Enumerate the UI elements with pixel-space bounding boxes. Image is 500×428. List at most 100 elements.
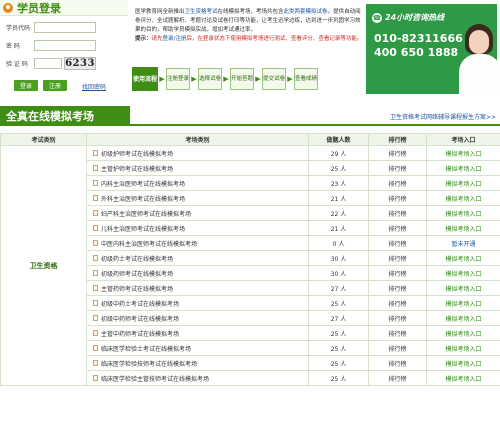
intro-paper-link[interactable]: 此类两套模拟试卷 [284,9,328,15]
entry-link[interactable]: 模拟考场入口 [445,256,481,263]
password-input[interactable] [34,40,96,51]
rank-link[interactable]: 排行榜 [388,181,406,188]
rank-link[interactable]: 排行榜 [388,286,406,293]
exam-room-link[interactable]: 初级药士考试在线模拟考场 [101,256,173,263]
exam-table: 考试类别 考场类别 做题人数 排行榜 考场入口 卫生资格 初级护师考试在线模拟考场… [0,133,500,386]
exam-room-link[interactable]: 主管药师考试在线模拟考场 [101,286,173,293]
exam-room-link[interactable]: 儿科主治医师考试在线模拟考场 [101,226,185,233]
exam-room-cell: 初级中药士考试在线模拟考场 [86,295,309,311]
student-code-input[interactable] [34,22,96,33]
rank-link[interactable]: 排行榜 [388,241,406,248]
participant-count: 27 人 [308,310,369,326]
entry-link[interactable]: 模拟考场入口 [445,226,481,233]
tip-text-a: 请先 [151,36,163,42]
usage-flow: 使用流程 ▶ 注册登录 ▶ 选择试卷 ▶ 开始答题 ▶ 提交试卷 ▶ 查看成绩 [132,67,362,91]
participant-count: 29 人 [308,145,369,161]
exam-room-cell: 临床医学检验主管技师考试在线模拟考场 [86,370,309,386]
arrow-icon: ▶ [159,75,165,83]
exam-table-body: 卫生资格 初级护师考试在线模拟考场 29 人排行榜 模拟考场入口 主管护师考试在线模拟考… [0,145,500,386]
entry-link[interactable]: 暂未开通 [451,241,475,248]
entry-link[interactable]: 模拟考场入口 [445,346,481,353]
rank-link[interactable]: 排行榜 [388,271,406,278]
captcha-row: 验 证 码 6233 [6,57,96,70]
exam-room-link[interactable]: 内科主治医师考试在线模拟考场 [101,181,185,188]
entry-link[interactable]: 模拟考场入口 [445,361,481,368]
captcha-input[interactable] [34,58,62,69]
exam-room-cell: 妇产科主治医师考试在线模拟考场 [86,205,309,221]
entry-link[interactable]: 模拟考场入口 [445,196,481,203]
exam-room-cell: 临床医学检验士考试在线模拟考场 [86,340,309,356]
login-title: 学员登录 [17,1,61,15]
document-icon [93,210,98,216]
login-panel: 学员登录 学员代码 密 码 验 证 码 6233 登录 注册 找回密码 [0,0,128,95]
exam-room-cell: 初级中药师考试在线模拟考场 [86,310,309,326]
rank-link[interactable]: 排行榜 [388,166,406,173]
entry-link[interactable]: 模拟考场入口 [445,331,481,338]
course-plan-link[interactable]: 卫生资格考试网络辅导课程报生方案>> [390,112,496,121]
captcha-image[interactable]: 6233 [64,57,96,70]
participant-count: 21 人 [308,190,369,206]
entry-link[interactable]: 模拟考场入口 [445,211,481,218]
entry-link[interactable]: 模拟考场入口 [445,166,481,173]
flow-step-register: 注册登录 [166,68,190,90]
document-icon [93,330,98,336]
exam-room-link[interactable]: 外科主治医师考试在线模拟考场 [101,196,185,203]
rank-link[interactable]: 排行榜 [388,346,406,353]
entry-link[interactable]: 模拟考场入口 [445,286,481,293]
participant-count: 25 人 [308,355,369,371]
arrow-icon: ▶ [255,75,261,83]
hotline-number-2: 400 650 1888 [374,46,459,59]
exam-room-link[interactable]: 主管中药师考试在线模拟考场 [101,331,179,338]
exam-room-cell: 初级药士考试在线模拟考场 [86,250,309,266]
participant-count: 30 人 [308,265,369,281]
entry-link[interactable]: 模拟考场入口 [445,316,481,323]
entry-link[interactable]: 模拟考场入口 [445,181,481,188]
rank-link[interactable]: 排行榜 [388,376,406,383]
exam-room-link[interactable]: 初级中药师考试在线模拟考场 [101,316,179,323]
participant-count: 27 人 [308,280,369,296]
entry-link[interactable]: 模拟考场入口 [445,271,481,278]
exam-room-link[interactable]: 妇产科主治医师考试在线模拟考场 [101,211,191,218]
document-icon [93,345,98,351]
forgot-password-link[interactable]: 找回密码 [82,82,106,91]
rank-link[interactable]: 排行榜 [388,226,406,233]
document-icon [93,255,98,261]
exam-room-link[interactable]: 主管护师考试在线模拟考场 [101,166,173,173]
flow-step-select: 选择试卷 [198,68,222,90]
arrow-icon: ▶ [191,75,197,83]
rank-link[interactable]: 排行榜 [388,316,406,323]
exam-room-cell: 初级药师考试在线模拟考场 [86,265,309,281]
exam-room-link[interactable]: 中医内科主治医师考试在线模拟考场 [101,241,197,248]
entry-link[interactable]: 模拟考场入口 [445,376,481,383]
participant-count: 23 人 [308,175,369,191]
user-icon [3,2,13,13]
rank-link[interactable]: 排行榜 [388,196,406,203]
rank-link[interactable]: 排行榜 [388,361,406,368]
tip-login-link[interactable]: 登录/注册 [163,36,187,42]
participant-count: 25 人 [308,295,369,311]
register-button[interactable]: 注册 [43,80,68,91]
rank-link[interactable]: 排行榜 [388,301,406,308]
login-button[interactable]: 登录 [14,80,39,91]
document-icon [93,360,98,366]
intro-exam-link[interactable]: 卫生资格考试 [185,9,218,15]
password-label: 密 码 [6,43,20,50]
rank-link[interactable]: 排行榜 [388,211,406,218]
exam-room-cell: 内科主治医师考试在线模拟考场 [86,175,309,191]
exam-room-link[interactable]: 临床医学检验主管技师考试在线模拟考场 [101,376,209,383]
exam-room-link[interactable]: 初级护师考试在线模拟考场 [101,151,173,158]
exam-room-link[interactable]: 初级药师考试在线模拟考场 [101,271,173,278]
rank-link[interactable]: 排行榜 [388,151,406,158]
tip-label: 提示： [135,36,152,42]
exam-room-cell: 外科主治医师考试在线模拟考场 [86,190,309,206]
exam-room-cell: 主管护师考试在线模拟考场 [86,160,309,176]
entry-link[interactable]: 模拟考场入口 [445,151,481,158]
exam-room-link[interactable]: 临床医学检验技师考试在线模拟考场 [101,361,197,368]
rank-link[interactable]: 排行榜 [388,331,406,338]
exam-room-link[interactable]: 初级中药士考试在线模拟考场 [101,301,179,308]
entry-link[interactable]: 模拟考场入口 [445,301,481,308]
rank-link[interactable]: 排行榜 [388,256,406,263]
participant-count: 25 人 [308,160,369,176]
exam-room-link[interactable]: 临床医学检验士考试在线模拟考场 [101,346,191,353]
intro-text-b: 在线模拟考场，考场共包含 [217,9,284,15]
